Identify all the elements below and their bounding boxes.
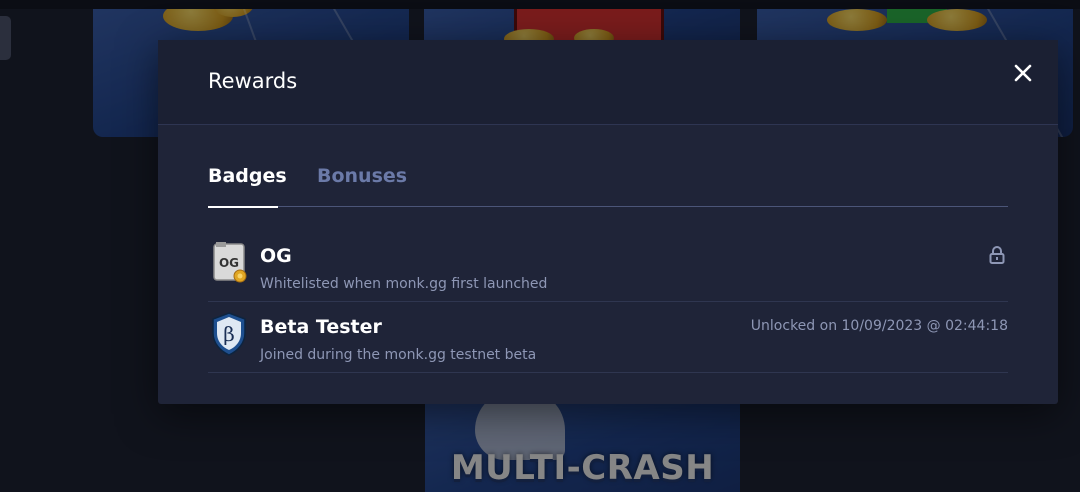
badge-description: Joined during the monk.gg testnet beta [260, 347, 537, 363]
active-tab-indicator [208, 206, 278, 208]
badge-description: Whitelisted when monk.gg first launched [260, 276, 548, 292]
svg-text:β: β [223, 322, 235, 346]
modal-title: Rewards [208, 69, 298, 93]
coin-pile-graphic [827, 9, 887, 31]
rewards-tabs: Badges Bonuses [208, 162, 1008, 208]
card-title: MULTI-CRASH [450, 448, 715, 488]
svg-text:OG: OG [219, 256, 239, 270]
og-badge-icon: OG [210, 240, 248, 286]
tab-badges[interactable]: Badges [208, 165, 287, 187]
top-bar [0, 0, 1080, 9]
close-icon[interactable] [1012, 62, 1034, 84]
sidebar-toggle[interactable] [0, 16, 11, 60]
rewards-modal: Rewards Badges Bonuses OG OG Whitelisted… [158, 40, 1058, 404]
badge-unlock-status: Unlocked on 10/09/2023 @ 02:44:18 [750, 318, 1008, 334]
badge-row: β Beta Tester Joined during the monk.gg … [208, 302, 1008, 373]
lock-icon [988, 245, 1006, 265]
coin-pile-graphic [927, 9, 987, 31]
badge-name: OG [260, 245, 292, 267]
tab-bonuses[interactable]: Bonuses [317, 165, 407, 187]
modal-header: Rewards [158, 40, 1058, 125]
badge-row: OG OG Whitelisted when monk.gg first lau… [208, 231, 1008, 302]
beta-shield-icon: β [210, 311, 248, 357]
badge-name: Beta Tester [260, 316, 382, 338]
